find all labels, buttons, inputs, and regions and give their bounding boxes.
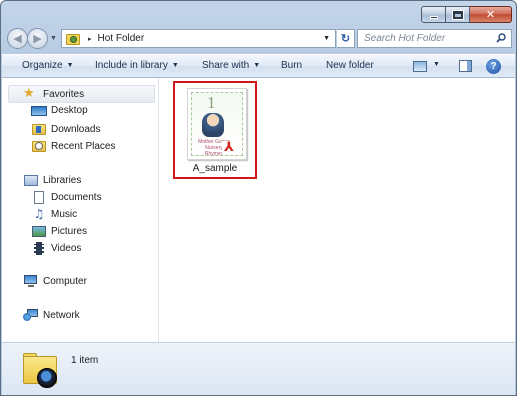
music-label: Music bbox=[51, 208, 78, 220]
file-item-a-sample[interactable]: 1 Mother Goose Nursery Rhymes ⅄ A_sample bbox=[173, 81, 257, 179]
burn-label: Burn bbox=[281, 60, 303, 71]
navigation-pane: ★ Favorites Desktop Downloads Recent Pla… bbox=[2, 78, 159, 342]
maximize-icon bbox=[451, 9, 464, 20]
chevron-down-icon: ▼ bbox=[171, 62, 179, 69]
sidebar-item-videos[interactable]: Videos bbox=[31, 241, 81, 255]
organize-label: Organize bbox=[22, 60, 63, 71]
burn-button[interactable]: Burn bbox=[281, 60, 302, 71]
refresh-button[interactable]: ↻ bbox=[337, 29, 355, 48]
minimize-button[interactable] bbox=[421, 6, 446, 23]
sidebar-item-recent-places[interactable]: Recent Places bbox=[31, 139, 115, 153]
file-name[interactable]: A_sample bbox=[175, 163, 255, 174]
pdf-icon: ⅄ bbox=[222, 141, 236, 155]
details-pane: 1 item bbox=[2, 342, 515, 395]
music-icon: ♫ bbox=[33, 207, 45, 221]
chevron-down-icon: ▼ bbox=[50, 35, 57, 42]
share-with-menu[interactable]: Share with ▼ bbox=[202, 60, 260, 71]
pictures-icon bbox=[31, 224, 47, 238]
documents-label: Documents bbox=[51, 191, 102, 203]
recent-pages-dropdown[interactable]: ▼ bbox=[50, 35, 58, 43]
hot-folder-icon bbox=[66, 32, 82, 46]
star-icon: ★ bbox=[23, 86, 35, 101]
computer-icon bbox=[23, 274, 39, 288]
sidebar-item-downloads[interactable]: Downloads bbox=[31, 122, 100, 136]
network-label: Network bbox=[43, 309, 80, 321]
sidebar-item-desktop[interactable]: Desktop bbox=[31, 105, 88, 116]
organize-menu[interactable]: Organize ▼ bbox=[22, 60, 74, 71]
search-input[interactable]: Search Hot Folder bbox=[364, 33, 445, 44]
search-icon[interactable] bbox=[496, 33, 506, 43]
explorer-window: ✕ ◀ ▶ ▼ ▸ Hot Folder ▼ ↻ Search Hot Fold… bbox=[0, 0, 517, 396]
include-in-library-menu[interactable]: Include in library ▼ bbox=[95, 60, 179, 71]
back-arrow-icon: ◀ bbox=[13, 33, 22, 45]
desktop-icon bbox=[31, 106, 47, 116]
illustration-image bbox=[202, 113, 224, 137]
downloads-label: Downloads bbox=[51, 123, 101, 135]
new-folder-label: New folder bbox=[326, 60, 374, 71]
videos-label: Videos bbox=[51, 242, 82, 254]
documents-icon bbox=[31, 190, 47, 204]
include-in-library-label: Include in library bbox=[95, 60, 168, 71]
chevron-down-icon: ▼ bbox=[253, 62, 261, 69]
sidebar-item-favorites[interactable]: ★ Favorites bbox=[23, 87, 84, 101]
content-area: ★ Favorites Desktop Downloads Recent Pla… bbox=[2, 78, 515, 342]
sidebar-item-network[interactable]: Network bbox=[23, 308, 80, 322]
refresh-icon: ↻ bbox=[340, 33, 351, 45]
forward-arrow-icon: ▶ bbox=[33, 33, 42, 45]
search-box[interactable]: Search Hot Folder bbox=[357, 29, 512, 48]
thumbnail-page-number: 1 bbox=[207, 93, 216, 112]
new-folder-button[interactable]: New folder bbox=[326, 60, 374, 71]
caption-buttons: ✕ bbox=[421, 6, 512, 23]
recent-places-icon bbox=[31, 139, 47, 153]
back-button[interactable]: ◀ bbox=[7, 28, 28, 49]
help-icon[interactable]: ? bbox=[486, 59, 501, 74]
pdf-thumbnail: 1 Mother Goose Nursery Rhymes bbox=[187, 88, 247, 160]
libraries-icon bbox=[23, 173, 39, 187]
hot-folder-large-icon bbox=[23, 352, 59, 388]
sidebar-item-computer[interactable]: Computer bbox=[23, 274, 87, 288]
pictures-label: Pictures bbox=[51, 225, 88, 237]
downloads-icon bbox=[31, 122, 47, 136]
share-with-label: Share with bbox=[202, 60, 250, 71]
close-button[interactable]: ✕ bbox=[470, 6, 512, 23]
computer-label: Computer bbox=[43, 275, 87, 287]
desktop-label: Desktop bbox=[51, 105, 88, 116]
videos-icon bbox=[31, 241, 47, 255]
command-bar: Organize ▼ Include in library ▼ Share with… bbox=[2, 54, 515, 78]
address-dropdown-icon[interactable]: ▼ bbox=[323, 35, 330, 42]
breadcrumb-hot-folder[interactable]: Hot Folder bbox=[98, 33, 145, 44]
sidebar-item-pictures[interactable]: Pictures bbox=[31, 224, 87, 238]
libraries-label: Libraries bbox=[43, 174, 82, 186]
address-bar[interactable]: ▸ Hot Folder ▼ bbox=[61, 29, 336, 48]
navigation-bar: ◀ ▶ ▼ ▸ Hot Folder ▼ ↻ Search Hot Folder bbox=[7, 28, 512, 50]
close-icon: ✕ bbox=[485, 8, 496, 21]
forward-button[interactable]: ▶ bbox=[27, 28, 48, 49]
network-icon bbox=[23, 308, 39, 322]
chevron-down-icon: ▼ bbox=[66, 62, 74, 69]
favorites-label: Favorites bbox=[43, 88, 85, 100]
maximize-button[interactable] bbox=[446, 6, 470, 23]
file-list[interactable]: 1 Mother Goose Nursery Rhymes ⅄ A_sample bbox=[160, 78, 515, 342]
sidebar-item-libraries[interactable]: Libraries bbox=[23, 173, 81, 187]
breadcrumb-separator-icon[interactable]: ▸ bbox=[88, 35, 92, 43]
recent-places-label: Recent Places bbox=[51, 140, 116, 152]
change-view-icon[interactable] bbox=[413, 61, 427, 72]
view-options-dropdown-icon[interactable]: ▼ bbox=[433, 61, 440, 68]
preview-pane-icon[interactable] bbox=[459, 60, 472, 72]
sidebar-item-music[interactable]: ♫ Music bbox=[31, 207, 78, 221]
sidebar-item-documents[interactable]: Documents bbox=[31, 190, 102, 204]
item-count: 1 item bbox=[71, 355, 99, 366]
minimize-icon bbox=[429, 16, 438, 19]
